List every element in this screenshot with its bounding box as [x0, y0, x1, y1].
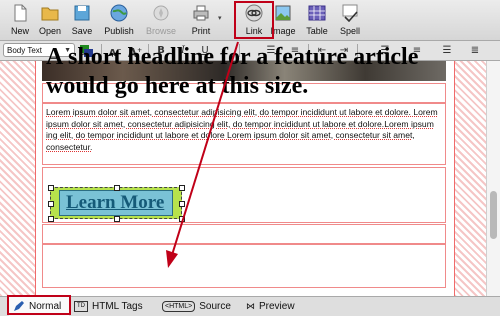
annotation-arrow [166, 41, 239, 268]
source-code-icon: <HTML> [162, 300, 196, 312]
arrow-line [171, 41, 239, 256]
preview-icon: ⋈ [246, 301, 255, 311]
view-mode-tabs: Normal TD HTML Tags <HTML> Source ⋈ Preview [0, 296, 500, 316]
tab-html-tags[interactable]: TD HTML Tags [74, 297, 158, 316]
html-tags-icon: TD [74, 300, 88, 312]
arrow-head-icon [166, 250, 178, 268]
tab-source[interactable]: <HTML> Source [162, 297, 238, 316]
tab-preview[interactable]: ⋈ Preview [246, 297, 316, 316]
normal-tab-highlight [7, 295, 71, 315]
